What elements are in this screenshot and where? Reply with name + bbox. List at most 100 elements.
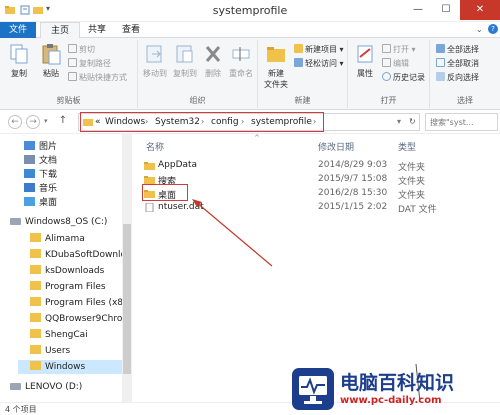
select-all-icon bbox=[436, 44, 445, 53]
navigation-pane: 图片 文档下载音乐桌面 Windows8_OS (C:) Alimama KDubaSo… bbox=[0, 134, 132, 402]
paste-button[interactable]: 粘贴 bbox=[36, 42, 66, 79]
tab-file[interactable]: 文件 bbox=[0, 22, 36, 38]
copy-path-label: 复制路径 bbox=[79, 59, 111, 68]
ribbon-expand-icon[interactable]: ⌄ bbox=[476, 25, 483, 34]
nav-item-label: 下载 bbox=[39, 170, 58, 180]
search-box[interactable]: 搜索"syst... bbox=[425, 113, 498, 131]
easy-access-button[interactable]: 轻松访问 ▾ bbox=[294, 58, 344, 69]
pictures-icon bbox=[24, 141, 35, 150]
delete-icon bbox=[205, 46, 221, 62]
address-dropdown-icon[interactable]: ▾ bbox=[397, 117, 401, 126]
nav-item[interactable]: 文档 bbox=[24, 154, 118, 168]
folder-icon bbox=[30, 233, 41, 242]
open-button[interactable]: 打开 ▾ bbox=[382, 44, 416, 55]
new-item-label: 新建项目 bbox=[305, 45, 337, 54]
nav-item[interactable]: Program Files (x86) bbox=[30, 296, 132, 310]
nav-item[interactable]: 下载 bbox=[24, 168, 118, 182]
invert-selection-button[interactable]: 反向选择 bbox=[436, 72, 479, 83]
open-icon bbox=[382, 44, 391, 53]
nav-item[interactable]: Windows8_OS (C:) bbox=[10, 215, 118, 229]
ribbon-tabs: 文件 主页 共享 查看 ⌄ ? bbox=[0, 22, 500, 39]
nav-item[interactable]: Windows bbox=[18, 360, 122, 374]
nav-item-label: Windows bbox=[45, 362, 86, 372]
scrollbar-thumb[interactable] bbox=[123, 224, 131, 374]
maximize-button[interactable]: ☐ bbox=[432, 0, 460, 20]
easy-access-label: 轻松访问 bbox=[305, 59, 337, 68]
nav-item-label: Program Files (x86) bbox=[45, 298, 132, 308]
new-folder-button[interactable]: 新建 文件夹 bbox=[260, 42, 292, 90]
cut-label: 剪切 bbox=[79, 45, 95, 54]
delete-button[interactable]: 删除 bbox=[198, 42, 228, 79]
nav-item[interactable]: 图片 bbox=[24, 140, 118, 154]
minimize-button[interactable]: — bbox=[404, 0, 432, 20]
cut-icon bbox=[68, 44, 77, 53]
copy-path-button[interactable]: 复制路径 bbox=[68, 58, 111, 69]
select-none-icon bbox=[436, 58, 445, 67]
help-icon[interactable]: ? bbox=[488, 24, 498, 34]
edit-label: 编辑 bbox=[393, 59, 409, 68]
properties-large-icon bbox=[357, 45, 373, 63]
paste-shortcut-button[interactable]: 粘贴快捷方式 bbox=[68, 72, 127, 83]
nav-item-label: 桌面 bbox=[39, 198, 58, 208]
move-to-button[interactable]: 移动到 bbox=[140, 42, 170, 79]
properties-button[interactable]: 属性 bbox=[350, 42, 380, 79]
select-all-button[interactable]: 全部选择 bbox=[436, 44, 479, 55]
new-label: 新建 bbox=[294, 96, 311, 105]
new-folder-label-2: 文件夹 bbox=[264, 80, 288, 89]
nav-item[interactable]: Program Files bbox=[30, 280, 118, 294]
tab-share[interactable]: 共享 bbox=[82, 22, 112, 38]
history-label: 历史记录 bbox=[393, 73, 425, 82]
history-button[interactable]: 历史记录 bbox=[382, 72, 425, 83]
nav-item[interactable]: Users bbox=[30, 344, 118, 358]
nav-item-label: ShengCai bbox=[45, 330, 88, 340]
rename-label: 重命名 bbox=[229, 69, 253, 78]
folder-icon bbox=[30, 313, 41, 322]
nav-item[interactable]: QQBrowser9Chrom bbox=[30, 312, 131, 326]
item-count: 4 个项目 bbox=[5, 405, 37, 414]
close-button[interactable]: ✕ bbox=[460, 0, 500, 20]
folder-icon bbox=[30, 281, 41, 290]
title-bar: ▾ systemprofile — ☐ ✕ bbox=[0, 0, 500, 22]
copy-button[interactable]: 复制 bbox=[4, 42, 34, 79]
history-icon bbox=[382, 72, 391, 81]
watermark: 电脑百科知识 www.pc-daily.com bbox=[286, 362, 500, 415]
move-to-icon bbox=[146, 45, 162, 63]
nav-item[interactable]: LENOVO (D:) bbox=[10, 380, 118, 394]
navigation-bar: ← → ▾ ↑ « Windows › System32 › config › … bbox=[0, 110, 500, 134]
navigation-scrollbar[interactable] bbox=[122, 134, 132, 402]
refresh-icon[interactable]: ↻ bbox=[409, 117, 416, 126]
paste-shortcut-label: 粘贴快捷方式 bbox=[79, 73, 127, 82]
nav-item[interactable]: ksDownloads bbox=[30, 264, 118, 278]
invert-selection-label: 反向选择 bbox=[447, 73, 479, 82]
nav-item[interactable]: Alimama bbox=[30, 232, 118, 246]
tab-home[interactable]: 主页 bbox=[40, 22, 80, 39]
nav-item[interactable]: 音乐 bbox=[24, 182, 118, 196]
cut-button[interactable]: 剪切 bbox=[68, 44, 95, 55]
new-folder-label-1: 新建 bbox=[268, 69, 284, 78]
tab-view[interactable]: 查看 bbox=[116, 22, 146, 38]
nav-item[interactable]: ShengCai bbox=[30, 328, 118, 342]
back-button[interactable]: ← bbox=[8, 115, 22, 129]
new-item-button[interactable]: 新建项目 ▾ bbox=[294, 44, 344, 55]
nav-item-label: Alimama bbox=[45, 234, 85, 244]
copy-to-button[interactable]: 复制到 bbox=[170, 42, 200, 79]
paste-icon bbox=[42, 44, 61, 65]
clipboard-group: 复制 粘贴 剪切 复制路径 粘贴快捷方式 剪贴板 bbox=[0, 40, 138, 108]
select-none-button[interactable]: 全部取消 bbox=[436, 58, 479, 69]
rename-button[interactable]: 重命名 bbox=[226, 42, 256, 79]
paste-shortcut-icon bbox=[68, 72, 77, 81]
forward-button[interactable]: → bbox=[26, 115, 40, 129]
recent-locations-icon[interactable]: ▾ bbox=[44, 117, 48, 125]
music-icon bbox=[24, 183, 35, 192]
watermark-logo-icon bbox=[292, 368, 334, 410]
copy-to-label: 复制到 bbox=[173, 69, 197, 78]
nav-item-label: ksDownloads bbox=[45, 266, 105, 276]
nav-item[interactable]: 桌面 bbox=[24, 196, 118, 210]
edit-button[interactable]: 编辑 bbox=[382, 58, 409, 69]
nav-item-label: Users bbox=[45, 346, 71, 356]
up-button[interactable]: ↑ bbox=[56, 115, 70, 129]
copy-icon bbox=[10, 44, 28, 64]
select-group: 全部选择 全部取消 反向选择 选择 bbox=[430, 40, 500, 108]
move-to-label: 移动到 bbox=[143, 69, 167, 78]
nav-item[interactable]: KDubaSoftDownload bbox=[30, 248, 132, 262]
